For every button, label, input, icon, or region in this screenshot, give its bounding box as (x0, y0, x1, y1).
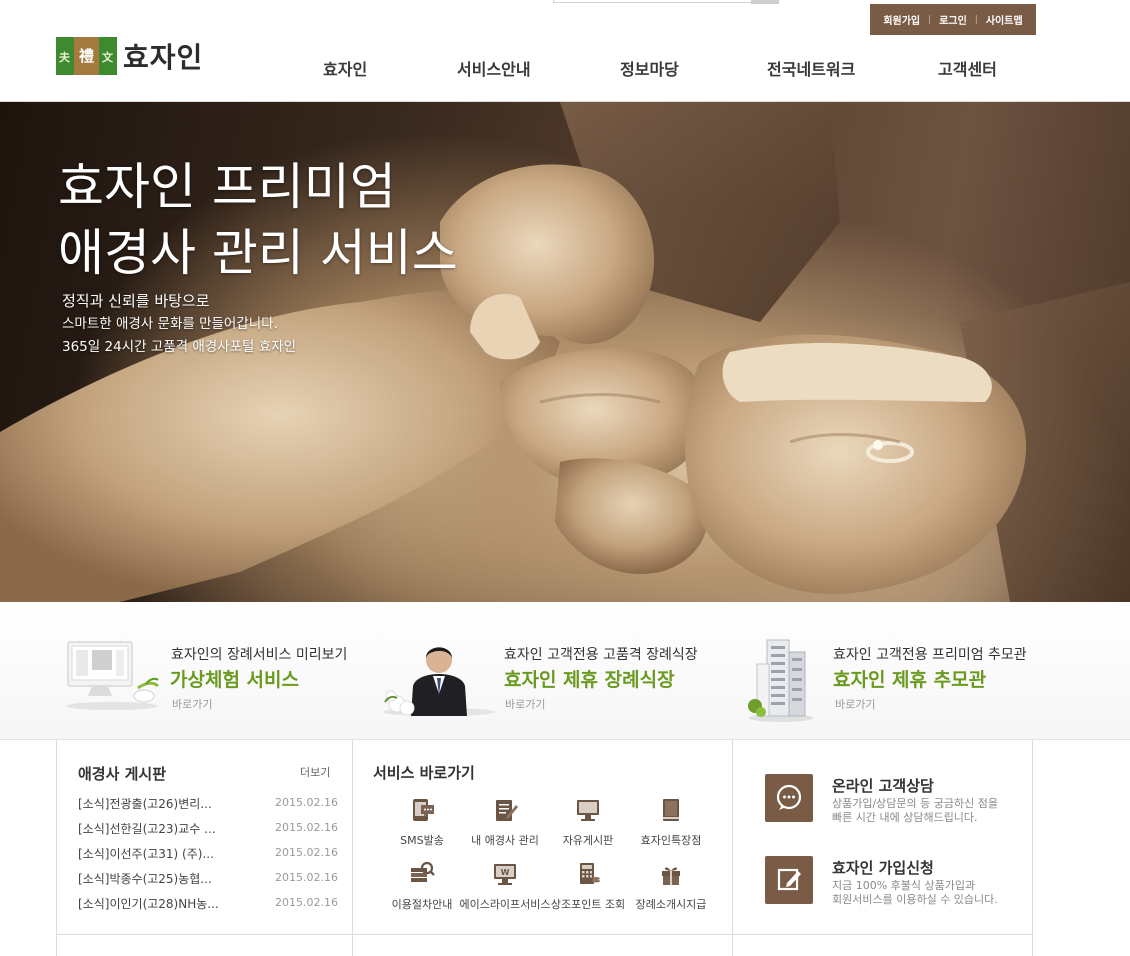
nav-item-network[interactable]: 전국네트워크 (767, 56, 855, 80)
calculator-icon (580, 863, 600, 884)
sitemap-link[interactable]: 사이트맵 (986, 12, 1023, 27)
monitor-icon (577, 800, 599, 821)
hero-banner: 효자인 프리미엄 애경사 관리 서비스 정직과 신뢰를 바탕으로 스마트한 애경… (0, 102, 1130, 602)
list-item: [소식]선한길(고23)교수 ... 2015.02.16 (78, 819, 338, 844)
promo-3-title: 효자인 제휴 추모관 (833, 669, 987, 691)
online-consult-title: 온라인 고객상담 (832, 777, 934, 795)
promo-partner-memorial[interactable]: 효자인 고객전용 프리미엄 추모관 효자인 제휴 추모관 바로가기 (737, 602, 1130, 740)
search-input[interactable] (553, 0, 779, 3)
notice-item-date: 2015.02.16 (275, 846, 338, 859)
list-item: [소식]박종수(고25)농협... 2015.02.16 (78, 869, 338, 894)
join-apply-desc-1: 지금 100% 후불식 상품가입과 (832, 879, 976, 892)
hero-title: 효자인 프리미엄 애경사 관리 서비스 (58, 154, 458, 286)
notice-item-date: 2015.02.16 (275, 821, 338, 834)
promo-1-caption: 효자인의 장례서비스 미리보기 (171, 647, 348, 663)
promo-virtual-experience[interactable]: 효자인의 장례서비스 미리보기 가상체험 서비스 바로가기 (0, 602, 377, 740)
notebook-edit-icon (496, 800, 518, 821)
hero-desc-line-2: 스마트한 애경사 문화를 만들어갑니다. (62, 316, 278, 332)
join-apply-desc: 지금 100% 후불식 상품가입과 회원서비스를 이용하실 수 있습니다. (832, 879, 998, 907)
building-icon (748, 639, 813, 722)
notice-item-date: 2015.02.16 (275, 796, 338, 809)
service-shortcuts-title: 서비스 바로가기 (373, 764, 475, 782)
promo-1-link[interactable]: 바로가기 (172, 696, 212, 712)
search-button[interactable] (751, 0, 779, 4)
notice-item-date: 2015.02.16 (275, 871, 338, 884)
nav-item-service[interactable]: 서비스안내 (457, 56, 531, 80)
notice-item-title[interactable]: [소식]선한길(고23)교수 ... (78, 820, 228, 837)
util-separator: | (928, 14, 932, 25)
promo-strip: 효자인의 장례서비스 미리보기 가상체험 서비스 바로가기 효자인 고객전용 고… (0, 602, 1130, 740)
hero-desc-line-3: 365일 24시간 고품격 애경사포털 효자인 (62, 339, 296, 355)
notice-item-title[interactable]: [소식]이선주(고31) (주)... (78, 845, 228, 862)
util-separator: | (974, 14, 978, 25)
nav-item-customer[interactable]: 고객센터 (938, 56, 997, 80)
hero-title-line-1: 효자인 프리미엄 (58, 158, 396, 216)
column-divider (352, 740, 353, 956)
notice-item-title[interactable]: [소식]전광출(고26)변리... (78, 795, 228, 812)
promo-3-caption: 효자인 고객전용 프리미엄 추모관 (833, 647, 1027, 663)
online-consult-desc: 상품가입/상담문의 등 궁금하신 점을 빠른 시간 내에 상담해드립니다. (832, 797, 998, 825)
util-bar: 회원가입 | 로그인 | 사이트맵 (870, 4, 1036, 35)
online-consult-link[interactable]: 온라인 고객상담 상품가입/상담문의 등 궁금하신 점을 빠른 시간 내에 상담… (765, 774, 1015, 825)
hero-description: 정직과 신뢰를 바탕으로 스마트한 애경사 문화를 만들어갑니다. 365일 2… (62, 290, 296, 358)
service-label: 장례소개시지급 (635, 898, 707, 911)
promo-1-title: 가상체험 서비스 (170, 669, 299, 691)
list-item: [소식]전광출(고26)변리... 2015.02.16 (78, 794, 338, 819)
join-apply-desc-2: 회원서비스를 이용하실 수 있습니다. (832, 893, 998, 906)
promo-3-link[interactable]: 바로가기 (835, 696, 875, 712)
svg-text:W: W (501, 868, 510, 877)
gift-icon (662, 867, 680, 885)
list-item: [소식]이인기(고28)NH농... 2015.02.16 (78, 894, 338, 919)
monitor-w-icon: W (494, 864, 516, 885)
person-icon (383, 647, 495, 716)
notice-item-title[interactable]: [소식]이인기(고28)NH농... (78, 895, 228, 912)
service-features[interactable]: 효자인특장점 (624, 796, 718, 854)
hero-title-line-2: 애경사 관리 서비스 (58, 224, 458, 282)
nav-item-info[interactable]: 정보마당 (620, 56, 679, 80)
nav-item-hyojain[interactable]: 효자인 (323, 56, 367, 80)
book-icon (663, 799, 679, 821)
hero-desc-line-1: 정직과 신뢰를 바탕으로 (62, 292, 210, 310)
sms-icon (413, 799, 434, 821)
online-consult-desc-2: 빠른 시간 내에 상담해드립니다. (832, 811, 978, 824)
column-divider (732, 740, 733, 956)
site-header: 회원가입 | 로그인 | 사이트맵 夫禮文 효자인 효자인 서비스안내 정보마당… (0, 0, 1130, 102)
list-item: [소식]이선주(고31) (주)... 2015.02.16 (78, 844, 338, 869)
notice-board-title: 애경사 게시판 (78, 765, 167, 783)
service-label: 효자인특장점 (640, 834, 702, 847)
monitor-icon (66, 641, 160, 710)
service-referral[interactable]: 장례소개시지급 (624, 860, 718, 918)
signup-link[interactable]: 회원가입 (883, 12, 920, 27)
join-apply-link[interactable]: 효자인 가입신청 지금 100% 후불식 상품가입과 회원서비스를 이용하실 수… (765, 856, 1015, 907)
login-link[interactable]: 로그인 (939, 12, 967, 27)
row-divider (56, 934, 1033, 935)
main-nav: 효자인 서비스안내 정보마당 전국네트워크 고객센터 (0, 56, 1130, 80)
edit-icon (765, 856, 813, 904)
join-apply-title: 효자인 가입신청 (832, 859, 934, 877)
notice-more-link[interactable]: 더보기 (300, 764, 330, 780)
online-consult-desc-1: 상품가입/상담문의 등 궁금하신 점을 (832, 797, 998, 810)
promo-2-caption: 효자인 고객전용 고품격 장례식장 (504, 647, 698, 663)
notice-item-date: 2015.02.16 (275, 896, 338, 909)
promo-partner-funeral[interactable]: 효자인 고객전용 고품격 장례식장 효자인 제휴 장례식장 바로가기 (377, 602, 737, 740)
search-stack-icon (411, 861, 435, 882)
promo-2-link[interactable]: 바로가기 (505, 696, 545, 712)
promo-2-title: 효자인 제휴 장례식장 (504, 669, 675, 691)
chat-icon (765, 774, 813, 822)
notice-item-title[interactable]: [소식]박종수(고25)농협... (78, 870, 228, 887)
notice-list: [소식]전광출(고26)변리... 2015.02.16 [소식]선한길(고23… (78, 794, 338, 919)
